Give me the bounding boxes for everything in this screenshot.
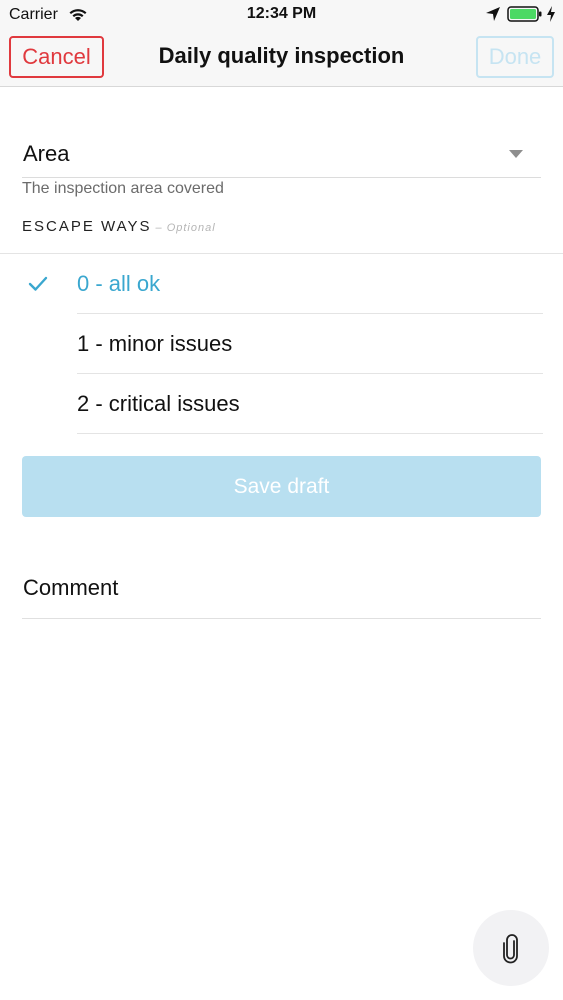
- checkmark-icon: [28, 276, 48, 291]
- escape-ways-title: ESCAPE WAYS: [22, 218, 152, 235]
- cancel-button[interactable]: Cancel: [9, 36, 104, 78]
- battery-icon: [507, 6, 542, 22]
- comment-label: Comment: [23, 575, 119, 600]
- location-icon: [486, 7, 500, 21]
- save-draft-button[interactable]: Save draft: [22, 456, 541, 517]
- done-button[interactable]: Done: [476, 36, 554, 78]
- page-title: Daily quality inspection: [158, 43, 405, 68]
- divider: [77, 433, 543, 434]
- clock: 12:34 PM: [246, 5, 317, 22]
- option-all-ok[interactable]: 0 - all ok: [0, 254, 563, 314]
- area-dropdown[interactable]: Area: [22, 128, 541, 178]
- navigation-bar: Cancel Daily quality inspection Done: [0, 30, 563, 87]
- area-label: Area: [23, 141, 70, 166]
- charging-icon: [547, 6, 555, 22]
- optional-label: – Optional: [155, 222, 216, 234]
- attach-button[interactable]: [473, 910, 549, 986]
- option-label: 1 - minor issues: [77, 331, 233, 356]
- chevron-down-icon: [509, 150, 523, 158]
- option-label: 0 - all ok: [77, 271, 161, 296]
- paperclip-icon: [503, 934, 518, 964]
- escape-ways-header: ESCAPE WAYS – Optional: [22, 218, 216, 235]
- comment-field[interactable]: Comment: [22, 566, 541, 619]
- option-critical-issues[interactable]: 2 - critical issues: [0, 374, 563, 434]
- option-label: 2 - critical issues: [77, 391, 240, 416]
- area-helper-text: The inspection area covered: [22, 180, 224, 197]
- status-bar: Carrier 12:34 PM: [0, 0, 563, 30]
- option-minor-issues[interactable]: 1 - minor issues: [0, 314, 563, 374]
